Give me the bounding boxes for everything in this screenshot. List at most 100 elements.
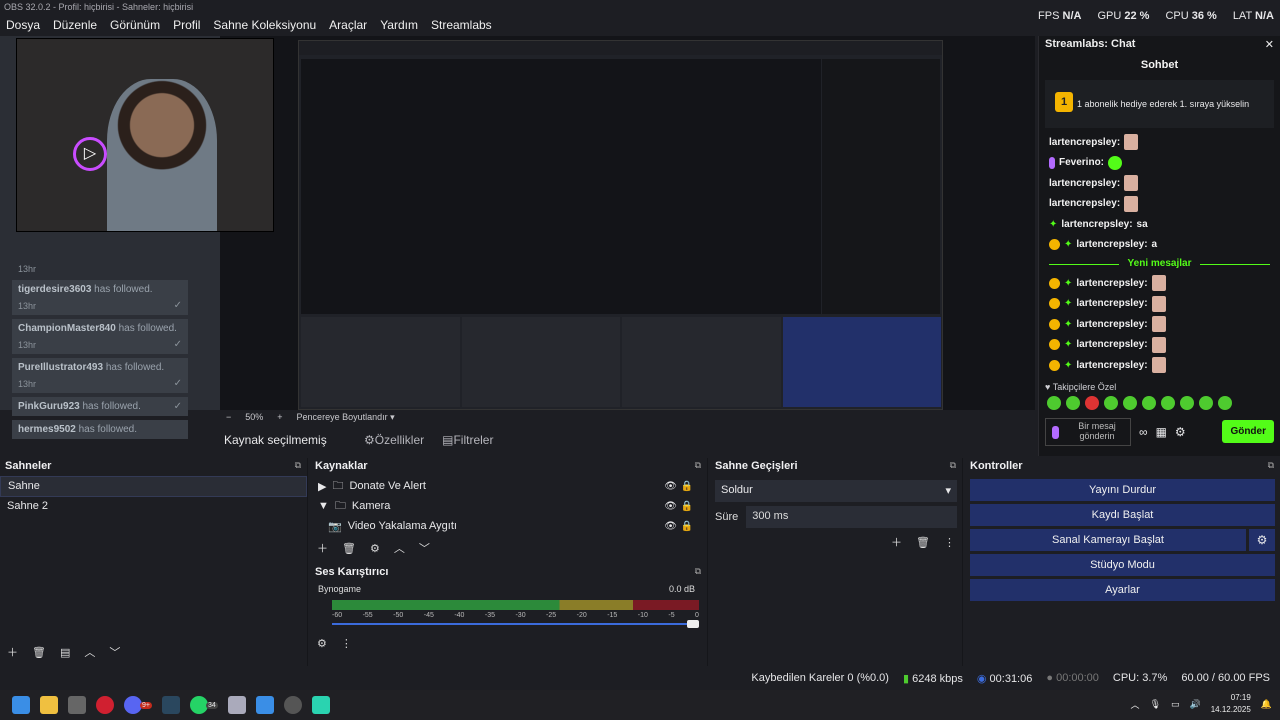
network-icon[interactable]: ▭ <box>1171 699 1180 710</box>
stop-stream-button[interactable]: Yayını Durdur <box>970 479 1275 501</box>
popout-icon[interactable]: ⧉ <box>695 566 701 577</box>
zoom-out-button[interactable]: − <box>226 412 231 422</box>
emote-icon[interactable] <box>1066 395 1080 410</box>
emote-icon[interactable] <box>1085 395 1099 410</box>
feed-user: ChampionMaster840 <box>18 323 116 334</box>
popout-icon[interactable]: ⧉ <box>1268 460 1274 471</box>
visibility-icon[interactable]: 👁 <box>664 501 677 512</box>
trash-icon[interactable]: 🗑 <box>32 646 46 659</box>
menu-dots-icon[interactable]: ⋮ <box>944 536 955 549</box>
chat-tab[interactable]: Sohbet <box>1039 54 1280 76</box>
chat-user: lartencrepsley: <box>1076 339 1148 351</box>
opera-icon[interactable] <box>96 696 114 714</box>
popout-icon[interactable]: ⧉ <box>695 460 701 471</box>
popout-icon[interactable]: ⧉ <box>295 460 301 471</box>
steam-icon[interactable] <box>161 696 180 714</box>
advanced-audio-icon[interactable]: ⚙ <box>317 637 327 650</box>
menu-edit[interactable]: Düzenle <box>53 18 97 32</box>
menu-tools[interactable]: Araçlar <box>329 18 367 32</box>
gear-icon[interactable]: ⚙ <box>1175 425 1186 439</box>
chat-title: Streamlabs: Chat <box>1045 38 1136 50</box>
chat-message-input[interactable]: Bir mesaj gönderin <box>1045 417 1131 446</box>
move-down-icon[interactable]: ﹀ <box>419 540 430 556</box>
nested-dock <box>782 317 941 407</box>
gear-icon[interactable]: ⚙ <box>1249 529 1275 551</box>
menu-profile[interactable]: Profil <box>173 18 200 32</box>
obs-icon[interactable] <box>283 696 302 714</box>
resize-to-window[interactable]: Pencereye Boyutlandır ▾ <box>297 412 395 423</box>
scene-item[interactable]: Sahne <box>0 476 307 497</box>
emote-icon[interactable] <box>1104 395 1118 410</box>
source-item[interactable]: ▼ 🗀 Kamera 👁 🔒 <box>310 496 707 516</box>
lock-icon[interactable]: 🔒 <box>681 481 693 492</box>
add-icon[interactable]: ＋ <box>891 534 902 550</box>
gear-icon[interactable]: ⚙ <box>370 542 380 555</box>
move-up-icon[interactable]: ︿ <box>84 644 95 660</box>
scene-item[interactable]: Sahne 2 <box>0 497 307 518</box>
start-icon[interactable] <box>12 696 30 714</box>
notepad-icon[interactable] <box>255 696 274 714</box>
app-icon[interactable] <box>311 696 330 714</box>
visibility-icon[interactable]: 👁 <box>664 481 677 492</box>
start-recording-button[interactable]: Kaydı Başlat <box>970 504 1275 526</box>
source-item[interactable]: 📷 Video Yakalama Aygıtı 👁 🔒 <box>310 516 707 536</box>
menu-file[interactable]: Dosya <box>6 18 40 32</box>
emote-icon <box>1124 195 1139 212</box>
add-icon[interactable]: ＋ <box>7 644 18 660</box>
emote-icon[interactable] <box>1123 395 1137 410</box>
emote-icon[interactable] <box>1180 395 1194 410</box>
file-explorer-icon[interactable] <box>40 696 58 714</box>
source-item[interactable]: ▶ 🗀 Donate Ve Alert 👁 🔒 <box>310 476 707 496</box>
calculator-icon[interactable] <box>227 696 246 714</box>
close-icon[interactable]: ✕ <box>1265 38 1274 51</box>
menu-streamlabs[interactable]: Streamlabs <box>431 18 492 32</box>
notification-icon[interactable]: 🔔 <box>1261 699 1272 710</box>
menu-view[interactable]: Görünüm <box>110 18 160 32</box>
filters-button[interactable]: ▤Filtreler <box>442 433 493 447</box>
trash-icon[interactable]: 🗑 <box>916 536 930 549</box>
menu-dots-icon[interactable]: ⋮ <box>341 637 352 650</box>
chat-message: lartencrepsley: <box>1049 173 1270 194</box>
link-icon[interactable]: ∞ <box>1139 425 1148 439</box>
properties-button[interactable]: ⚙Özellikler <box>364 433 424 447</box>
duration-input[interactable]: 300 ms <box>746 506 957 528</box>
emote-icon[interactable] <box>1047 395 1061 410</box>
feed-user: PinkGuru923 <box>18 401 80 412</box>
filter-icon[interactable]: ▤ <box>60 646 70 659</box>
move-up-icon[interactable]: ︿ <box>394 540 405 556</box>
zoom-in-button[interactable]: + <box>277 412 282 422</box>
chat-messages: lartencrepsley: Feverino: lartencrepsley… <box>1039 132 1280 376</box>
emote-icon[interactable] <box>1218 395 1232 410</box>
mic-icon[interactable]: 🎙 <box>1150 699 1161 710</box>
start-virtual-camera-button[interactable]: Sanal Kamerayı Başlat <box>970 529 1246 551</box>
popout-icon[interactable]: ⧉ <box>950 460 956 471</box>
emote-icon[interactable] <box>1161 395 1175 410</box>
mixer-channel: Bynogame 0.0 dB <box>310 582 707 596</box>
transition-select[interactable]: Soldur ▾ <box>715 480 957 502</box>
clock[interactable]: 07:19 14.12.2025 <box>1211 692 1251 716</box>
add-icon[interactable]: ＋ <box>317 540 328 556</box>
store-icon[interactable]: ▦ <box>1156 425 1167 439</box>
scale-tick: -50 <box>393 612 404 619</box>
settings-button[interactable]: Ayarlar <box>970 579 1275 601</box>
visibility-icon[interactable]: 👁 <box>664 521 677 532</box>
menu-scene-collection[interactable]: Sahne Koleksiyonu <box>213 18 316 32</box>
volume-slider[interactable] <box>332 620 699 628</box>
feed-text: has followed. <box>78 424 137 435</box>
expand-icon[interactable]: ▶ <box>318 480 326 493</box>
trash-icon[interactable]: 🗑 <box>342 542 356 555</box>
chat-message: ✦ lartencrepsley: sa <box>1049 214 1270 235</box>
collapse-icon[interactable]: ▼ <box>318 500 329 512</box>
volume-icon[interactable]: 🔊 <box>1190 699 1201 710</box>
lock-icon[interactable]: 🔒 <box>681 521 693 532</box>
lock-icon[interactable]: 🔒 <box>681 501 693 512</box>
emote-icon[interactable] <box>1199 395 1213 410</box>
emote-icon <box>1108 155 1123 170</box>
studio-mode-button[interactable]: Stüdyo Modu <box>970 554 1275 576</box>
menu-help[interactable]: Yardım <box>380 18 418 32</box>
move-down-icon[interactable]: ﹀ <box>109 644 120 660</box>
emote-icon[interactable] <box>1142 395 1156 410</box>
store-icon[interactable] <box>68 696 86 714</box>
send-button[interactable]: Gönder <box>1222 420 1274 443</box>
chevron-up-icon[interactable]: ︿ <box>1131 698 1140 711</box>
